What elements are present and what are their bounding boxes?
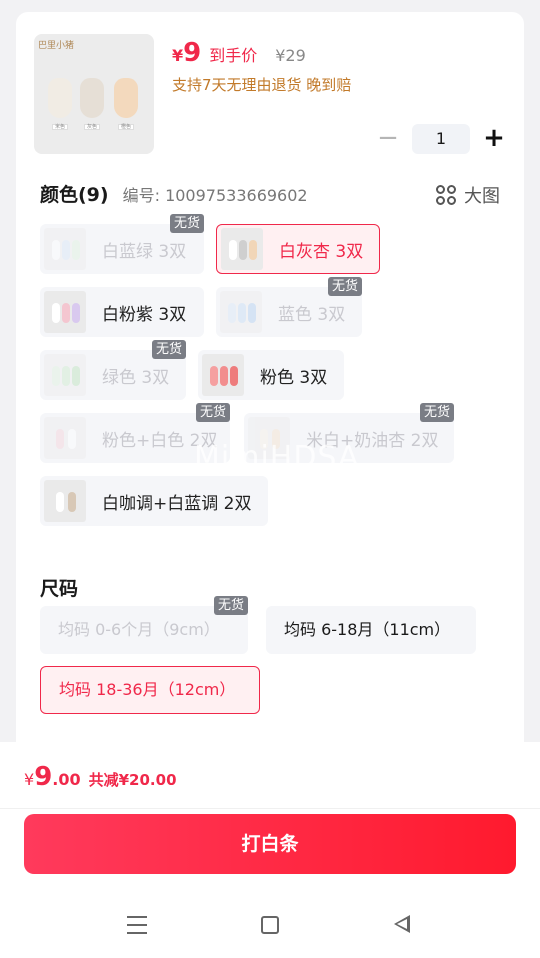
increase-button[interactable]: + [480,125,508,153]
menu-icon[interactable] [127,916,147,934]
total-decimal: .00 [52,770,81,789]
color-swatch-image [44,228,86,270]
color-section-header: 颜色(9) 编号: 10097533669602 大图 [40,180,500,207]
final-price: 9 [183,38,202,68]
big-view-button[interactable]: 大图 [436,182,500,208]
color-swatch-image [221,228,263,270]
grid-icon [436,185,456,205]
color-swatch-image [44,291,86,333]
savings-text: 共减¥20.00 [88,771,177,789]
quantity-input[interactable]: 1 [412,124,470,154]
sock-image [48,78,72,118]
brand-logo: 巴里小猪 [38,41,75,51]
system-nav-bar [0,900,540,956]
size-option-label: 均码 0-6个月（9cm） [58,620,220,639]
quantity-stepper: − 1 + [374,124,508,154]
size-option[interactable]: 均码 18-36月（12cm） [40,666,260,714]
home-icon[interactable] [261,916,279,934]
pay-with-baitiao-button[interactable]: 打白条 [24,814,516,874]
color-option[interactable]: 白咖调+白蓝调 2双 [40,476,268,526]
final-price-label: 到手价 [209,46,258,65]
checkout-bar: ¥ 9 .00 共减¥20.00 打白条 [0,742,540,958]
out-of-stock-badge: 无货 [213,596,248,615]
color-option-label: 白蓝绿 3双 [102,241,187,262]
color-option[interactable]: 蓝色 3双 无货 [216,277,362,337]
color-section-title: 颜色(9) [40,184,109,206]
color-swatch-image [44,417,86,459]
color-option[interactable]: 白灰杏 3双 [216,224,380,274]
color-option[interactable]: 白粉紫 3双 [40,287,204,337]
color-swatch-image [220,291,262,333]
sock-image [114,78,138,118]
total-integer: 9 [34,762,53,792]
color-option[interactable]: 绿色 3双 无货 [40,340,186,400]
watermark: MimiHDSA [194,440,360,475]
out-of-stock-badge: 无货 [419,403,454,422]
color-option-label: 白粉紫 3双 [102,304,187,325]
color-option-label: 白灰杏 3双 [279,241,364,262]
sku-number: 编号: 10097533669602 [122,186,308,205]
service-promise: 支持7天无理由退货 晚到赔 [172,76,352,94]
price-line: ¥ 9 到手价 ¥29 [172,38,306,68]
big-view-label: 大图 [464,186,500,207]
sku-selector-sheet: 巴里小猪 米色 灰色 橙色 ¥ 9 到手价 ¥29 支持7天无理由退货 晚到赔 … [16,12,524,772]
size-section-title: 尺码 [40,578,79,600]
out-of-stock-badge: 无货 [151,340,186,359]
color-swatch-image [202,354,244,396]
sock-image [80,78,104,118]
total-currency: ¥ [24,770,35,789]
color-option-label: 粉色 3双 [260,367,328,388]
total-price: ¥ 9 .00 共减¥20.00 [24,762,177,792]
thumb-tag: 米色 [52,124,68,130]
color-option[interactable]: 粉色 3双 [198,350,344,400]
divider [0,808,540,809]
color-option-label: 绿色 3双 [102,367,170,388]
size-option[interactable]: 均码 0-6个月（9cm） 无货 [40,596,248,654]
size-option-label: 均码 6-18月（11cm） [284,620,451,639]
decrease-button[interactable]: − [374,125,402,153]
product-thumbnail[interactable]: 巴里小猪 米色 灰色 橙色 [34,34,154,154]
color-option-label: 白咖调+白蓝调 2双 [102,493,252,514]
currency-symbol: ¥ [172,46,184,65]
thumb-tag: 橙色 [118,124,134,130]
color-swatch-image [44,480,86,522]
out-of-stock-badge: 无货 [169,214,204,233]
color-option[interactable]: 白蓝绿 3双 无货 [40,214,204,274]
color-option-label: 蓝色 3双 [278,304,346,325]
thumb-tag: 灰色 [84,124,100,130]
out-of-stock-badge: 无货 [327,277,362,296]
size-option-label: 均码 18-36月（12cm） [59,680,236,699]
back-icon[interactable] [394,915,410,933]
size-option[interactable]: 均码 6-18月（11cm） [266,606,476,654]
out-of-stock-badge: 无货 [195,403,230,422]
color-swatch-image [44,354,86,396]
original-price: ¥29 [275,46,306,65]
